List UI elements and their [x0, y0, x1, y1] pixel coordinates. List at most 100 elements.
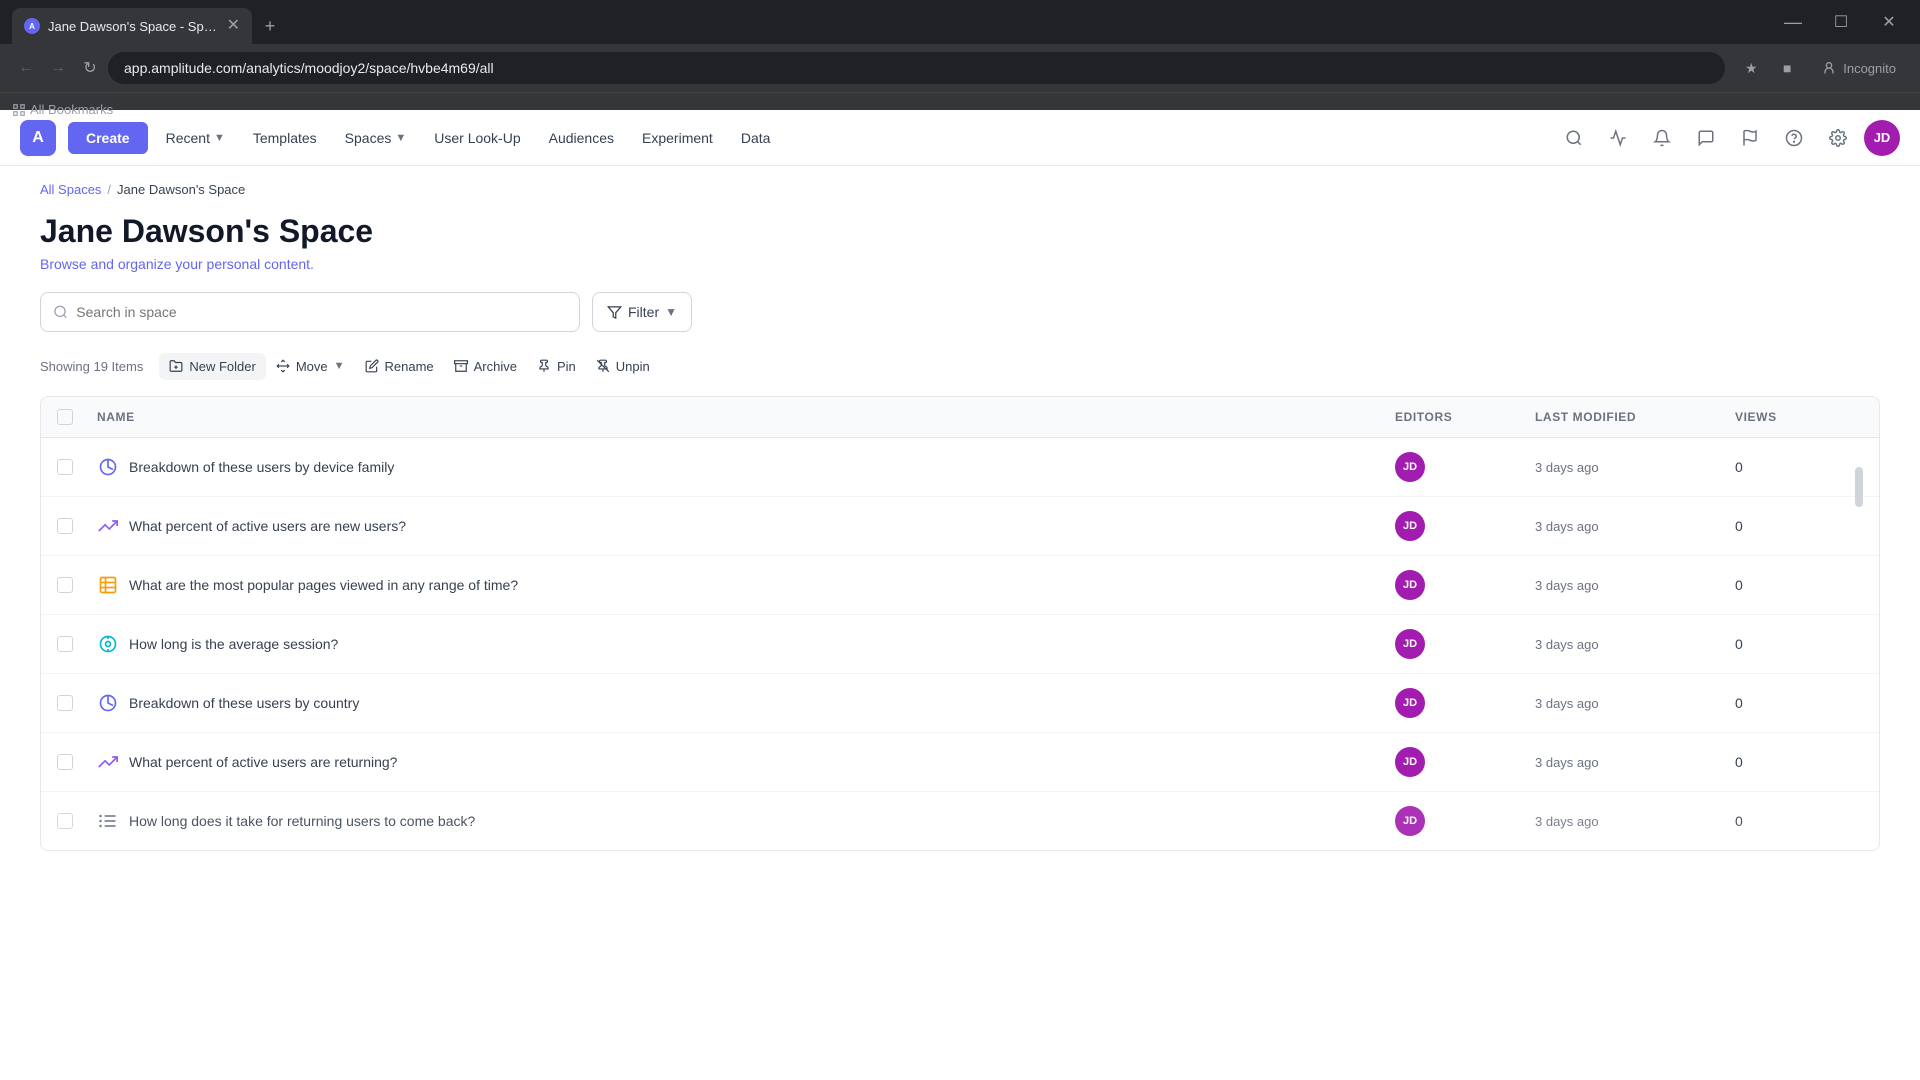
- row-2-name[interactable]: What are the most popular pages viewed i…: [129, 577, 518, 593]
- row-4-checkbox[interactable]: [57, 695, 73, 711]
- retention-icon: [97, 751, 119, 773]
- extensions-icon[interactable]: ■: [1773, 54, 1801, 82]
- recent-chevron-icon: ▼: [214, 132, 225, 144]
- refresh-button[interactable]: ↻: [76, 54, 104, 82]
- search-input[interactable]: [76, 304, 567, 320]
- address-bar[interactable]: [108, 52, 1725, 84]
- table-header: NAME EDITORS LAST MODIFIED VIEWS: [41, 397, 1879, 438]
- help-icon-button[interactable]: [1776, 120, 1812, 156]
- user-avatar[interactable]: JD: [1864, 120, 1900, 156]
- funnel-icon: [97, 810, 119, 832]
- nav-item-experiment[interactable]: Experiment: [632, 122, 723, 154]
- row-1-views: 0: [1719, 504, 1839, 548]
- row-6-views: 0: [1719, 799, 1839, 843]
- row-checkbox-cell: [41, 622, 81, 666]
- bookmark-star-icon[interactable]: ★: [1737, 54, 1765, 82]
- page-title: Jane Dawson's Space: [40, 213, 1880, 250]
- back-button[interactable]: ←: [12, 54, 40, 82]
- breadcrumb-all-spaces[interactable]: All Spaces: [40, 182, 101, 197]
- table-row[interactable]: What are the most popular pages viewed i…: [41, 556, 1879, 615]
- search-box: [40, 292, 580, 332]
- table-row[interactable]: How long does it take for returning user…: [41, 792, 1879, 850]
- nav-item-templates[interactable]: Templates: [243, 122, 327, 154]
- th-last-modified: LAST MODIFIED: [1519, 397, 1719, 437]
- row-6-name[interactable]: How long does it take for returning user…: [129, 813, 475, 829]
- row-3-checkbox[interactable]: [57, 636, 73, 652]
- toolbar-count: Showing 19 Items: [40, 359, 143, 374]
- archive-button[interactable]: Archive: [444, 353, 527, 380]
- row-0-checkbox[interactable]: [57, 459, 73, 475]
- nav-item-user-lookup[interactable]: User Look-Up: [424, 122, 530, 154]
- incognito-badge: Incognito: [1809, 56, 1908, 80]
- create-button[interactable]: Create: [68, 122, 148, 154]
- row-0-modified: 3 days ago: [1519, 446, 1719, 489]
- table-row[interactable]: Breakdown of these users by device famil…: [41, 438, 1879, 497]
- unpin-button[interactable]: Unpin: [586, 353, 660, 380]
- row-0-name[interactable]: Breakdown of these users by device famil…: [129, 459, 394, 475]
- flag-icon-button[interactable]: [1732, 120, 1768, 156]
- breadcrumb: All Spaces / Jane Dawson's Space: [0, 166, 1920, 197]
- breadcrumb-current: Jane Dawson's Space: [117, 182, 245, 197]
- row-checkbox-cell: [41, 740, 81, 784]
- browser-tab[interactable]: A Jane Dawson's Space - Space ✕: [12, 8, 252, 44]
- pin-button[interactable]: Pin: [527, 353, 586, 380]
- search-filter-row: Filter ▼: [40, 292, 1880, 332]
- th-views: VIEWS: [1719, 397, 1839, 437]
- breadcrumb-separator: /: [107, 182, 111, 197]
- row-3-modified: 3 days ago: [1519, 623, 1719, 666]
- row-6-checkbox[interactable]: [57, 813, 73, 829]
- chart-icon-button[interactable]: [1600, 120, 1636, 156]
- row-2-empty: [1839, 571, 1879, 599]
- nav-item-recent[interactable]: Recent ▼: [156, 122, 235, 154]
- nav-item-audiences[interactable]: Audiences: [539, 122, 624, 154]
- rename-button[interactable]: Rename: [355, 353, 444, 380]
- nav-item-spaces[interactable]: Spaces ▼: [335, 122, 417, 154]
- row-2-editor: JD: [1379, 556, 1519, 614]
- row-5-name[interactable]: What percent of active users are returni…: [129, 754, 397, 770]
- new-folder-button[interactable]: New Folder: [159, 353, 265, 380]
- move-button[interactable]: Move ▼: [266, 353, 355, 380]
- search-icon-button[interactable]: [1556, 120, 1592, 156]
- page-subtitle: Browse and organize your personal conten…: [40, 256, 1880, 272]
- row-4-views: 0: [1719, 681, 1839, 725]
- row-3-name-cell: How long is the average session?: [81, 619, 1379, 669]
- app-logo[interactable]: A: [20, 120, 56, 156]
- row-2-views: 0: [1719, 563, 1839, 607]
- row-1-editor: JD: [1379, 497, 1519, 555]
- row-checkbox-cell: [41, 445, 81, 489]
- maximize-button[interactable]: ☐: [1818, 7, 1864, 37]
- content-area: Filter ▼ Showing 19 Items New Folder Mov…: [0, 272, 1920, 1080]
- nav-item-data[interactable]: Data: [731, 122, 781, 154]
- new-tab-button[interactable]: +: [256, 12, 284, 40]
- row-checkbox-cell: [41, 563, 81, 607]
- row-0-editor: JD: [1379, 438, 1519, 496]
- header-checkbox[interactable]: [57, 409, 73, 425]
- table-row[interactable]: How long is the average session? JD 3 da…: [41, 615, 1879, 674]
- minimize-button[interactable]: —: [1770, 7, 1816, 37]
- row-2-checkbox[interactable]: [57, 577, 73, 593]
- row-5-checkbox[interactable]: [57, 754, 73, 770]
- row-4-modified: 3 days ago: [1519, 682, 1719, 725]
- row-3-name[interactable]: How long is the average session?: [129, 636, 338, 652]
- row-1-name[interactable]: What percent of active users are new use…: [129, 518, 406, 534]
- row-4-name[interactable]: Breakdown of these users by country: [129, 695, 359, 711]
- row-1-checkbox[interactable]: [57, 518, 73, 534]
- table-row[interactable]: What percent of active users are new use…: [41, 497, 1879, 556]
- tab-close-icon[interactable]: ✕: [227, 18, 240, 34]
- tab-favicon: A: [24, 18, 40, 34]
- row-5-name-cell: What percent of active users are returni…: [81, 737, 1379, 787]
- th-editors: EDITORS: [1379, 397, 1519, 437]
- th-scroll: [1839, 397, 1879, 437]
- table-row[interactable]: Breakdown of these users by country JD 3…: [41, 674, 1879, 733]
- forward-button[interactable]: →: [44, 54, 72, 82]
- row-6-name-cell: How long does it take for returning user…: [81, 796, 1379, 846]
- feedback-icon-button[interactable]: [1688, 120, 1724, 156]
- row-6-empty: [1839, 807, 1879, 835]
- notifications-icon-button[interactable]: [1644, 120, 1680, 156]
- settings-icon-button[interactable]: [1820, 120, 1856, 156]
- row-4-name-cell: Breakdown of these users by country: [81, 678, 1379, 728]
- filter-button[interactable]: Filter ▼: [592, 292, 692, 332]
- table-row[interactable]: What percent of active users are returni…: [41, 733, 1879, 792]
- close-button[interactable]: ✕: [1866, 7, 1912, 37]
- th-checkbox: [41, 397, 81, 437]
